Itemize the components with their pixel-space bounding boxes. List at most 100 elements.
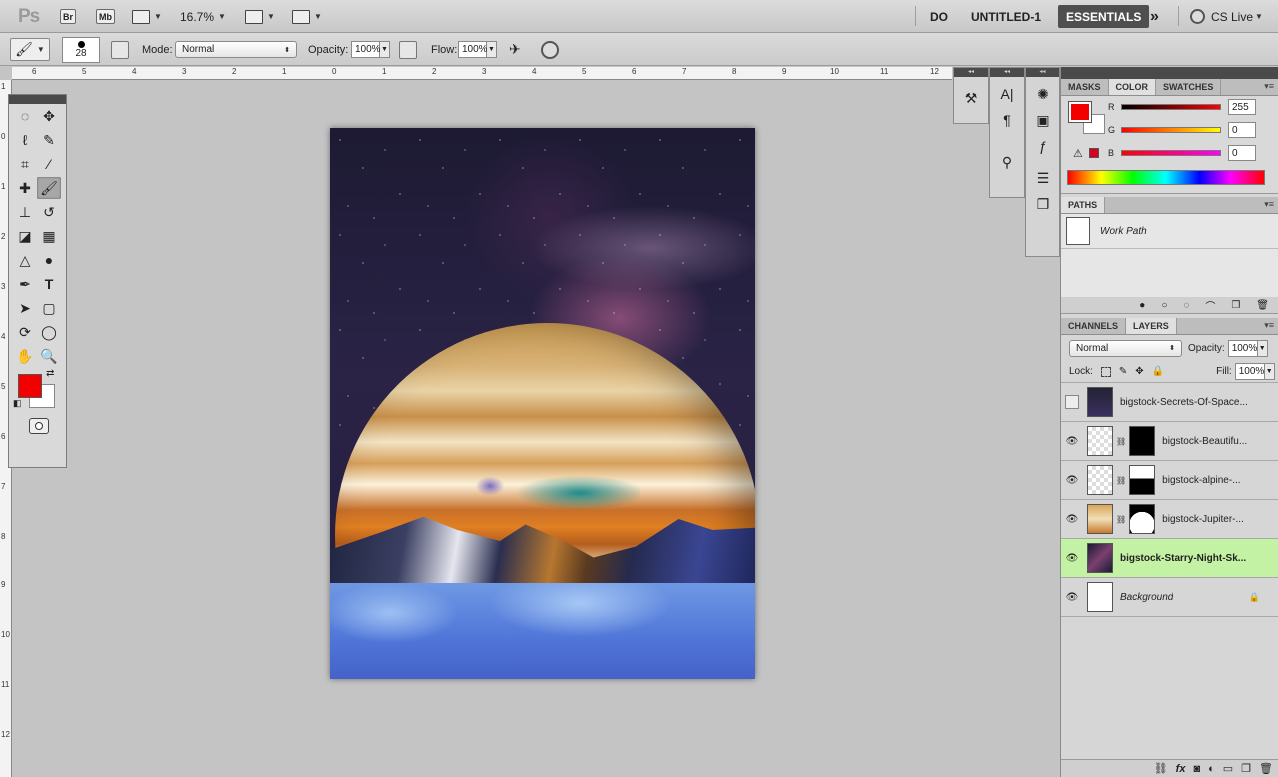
layer-mask-thumbnail[interactable] [1129, 504, 1156, 534]
more-workspaces-button[interactable]: » [1150, 0, 1159, 33]
paths-panel-menu-icon[interactable]: ▾≡ [1264, 199, 1274, 210]
tool-presets-panel-icon[interactable]: ⚒ [954, 85, 988, 111]
document-canvas[interactable] [330, 128, 755, 679]
tab-masks[interactable]: MASKS [1061, 79, 1109, 95]
blue-value-input[interactable]: 0 [1228, 145, 1256, 161]
screen-mode-button[interactable]: ▼ [292, 0, 322, 33]
tab-layers[interactable]: LAYERS [1126, 318, 1177, 334]
flow-input[interactable]: 100% ▼ [458, 33, 497, 66]
red-value-input[interactable]: 255 [1228, 99, 1256, 115]
actions-panel-icon[interactable]: ❐ [1026, 191, 1060, 217]
fill-input[interactable]: 100% [1234, 363, 1265, 380]
mode-select[interactable]: Normal ⬍ [175, 33, 297, 66]
add-layer-mask-icon[interactable]: ◙ [1193, 763, 1200, 775]
color-spectrum-ramp[interactable] [1067, 170, 1265, 185]
layers-panel-menu-icon[interactable]: ▾≡ [1264, 320, 1274, 331]
dodge-tool-icon[interactable]: ● [37, 249, 61, 271]
link-layers-icon[interactable]: ⛓ [1154, 762, 1168, 775]
blue-slider[interactable] [1121, 150, 1221, 156]
rectangle-tool-icon[interactable]: ▢ [37, 297, 61, 319]
new-layer-icon[interactable]: ❐ [1241, 762, 1251, 775]
fill-path-icon[interactable]: ● [1139, 300, 1145, 311]
paragraph-panel-icon[interactable]: ¶ [990, 107, 1024, 133]
delete-path-icon[interactable]: 🗑 [1256, 300, 1269, 311]
layer-row[interactable]: 👁 ⛓ bigstock-Jupiter-... [1061, 500, 1278, 539]
eyedropper-tool-icon[interactable]: ⁄ [37, 153, 61, 175]
lock-all-icon[interactable]: 🔒 [1152, 366, 1164, 377]
layer-style-icon[interactable]: fx [1176, 763, 1186, 775]
delete-layer-icon[interactable]: 🗑 [1259, 762, 1273, 775]
view-extras-button[interactable]: ▼ [132, 0, 162, 33]
tab-channels[interactable]: CHANNELS [1061, 318, 1127, 334]
history-panel-icon[interactable]: ☰ [1026, 165, 1060, 191]
cs-live-button[interactable]: CS Live ▼ [1190, 0, 1263, 33]
do-workspace-button[interactable]: DO [930, 0, 948, 33]
out-of-gamut-warning-icon[interactable]: ⚠ [1073, 147, 1083, 160]
green-slider[interactable] [1121, 127, 1221, 133]
arrange-documents-button[interactable]: ▼ [245, 0, 275, 33]
eye-icon[interactable]: 👁 [1061, 436, 1083, 447]
tool-preset-picker[interactable]: 🖌 ▼ [10, 38, 50, 61]
load-path-as-selection-icon[interactable]: ◌ [1183, 300, 1189, 311]
new-path-icon[interactable]: ❐ [1231, 300, 1240, 311]
brush-tool-icon[interactable]: 🖌 [37, 177, 61, 199]
make-work-path-icon[interactable]: ⌒ [1205, 298, 1215, 313]
quick-mask-button[interactable] [29, 418, 49, 434]
eye-icon[interactable]: 👁 [1061, 514, 1083, 525]
layer-row[interactable]: 👁 ⛓ bigstock-alpine-... [1061, 461, 1278, 500]
hand-tool-icon[interactable]: ✋ [13, 345, 37, 367]
tablet-pressure-size-toggle[interactable] [541, 33, 559, 66]
tools-panel-header[interactable] [9, 95, 66, 104]
foreground-color-swatch[interactable] [18, 374, 42, 398]
lock-image-pixels-icon[interactable]: ✎ [1119, 366, 1127, 377]
eye-icon[interactable]: 👁 [1061, 553, 1083, 564]
clone-source-panel-icon[interactable]: ⚲ [990, 149, 1024, 175]
airbrush-toggle[interactable]: ✈ [509, 33, 521, 66]
layer-blend-mode-select[interactable]: Normal ⬍ [1069, 339, 1182, 357]
quick-selection-tool-icon[interactable]: ✎ [37, 129, 61, 151]
eye-icon[interactable]: 👁 [1061, 592, 1083, 603]
layer-mask-thumbnail[interactable] [1129, 426, 1156, 456]
layer-row[interactable]: 👁 Background 🔒 [1061, 578, 1278, 617]
tab-swatches[interactable]: SWATCHES [1156, 79, 1222, 95]
3d-rotate-tool-icon[interactable]: ⟳ [13, 321, 37, 343]
zoom-tool-icon[interactable]: 🔍 [37, 345, 61, 367]
character-panel-icon[interactable]: A| [990, 81, 1024, 107]
document-title[interactable]: UNTITLED-1 [971, 0, 1041, 33]
history-brush-tool-icon[interactable]: ↺ [37, 201, 61, 223]
stroke-path-icon[interactable]: ○ [1161, 300, 1167, 311]
crop-tool-icon[interactable]: ⌗ [13, 153, 37, 175]
eye-icon[interactable]: 👁 [1061, 475, 1083, 486]
color-panel-menu-icon[interactable]: ▾≡ [1264, 81, 1274, 92]
layer-mask-thumbnail[interactable] [1129, 465, 1156, 495]
zoom-level-dropdown[interactable]: 16.7% ▼ [180, 0, 226, 33]
mini-bridge-button[interactable]: Mb [96, 0, 115, 33]
red-slider[interactable] [1121, 104, 1221, 110]
move-tool-icon[interactable]: ✥ [37, 105, 61, 127]
horizontal-ruler[interactable]: 6 5 4 3 2 1 0 1 2 3 4 5 6 7 8 9 10 11 12 [12, 67, 952, 80]
adjustment-layer-icon[interactable]: ◐ [1208, 763, 1215, 775]
bridge-button[interactable]: Br [60, 0, 77, 33]
opacity-input[interactable]: 100% ▼ [351, 33, 390, 66]
default-colors-icon[interactable]: ◧ [13, 398, 22, 409]
healing-brush-tool-icon[interactable]: ✚ [13, 177, 37, 199]
3d-orbit-tool-icon[interactable]: ◯ [37, 321, 61, 343]
gamut-color-swatch[interactable] [1089, 148, 1099, 158]
pen-tool-icon[interactable]: ✒ [13, 273, 37, 295]
gradient-tool-icon[interactable]: ▦ [37, 225, 61, 247]
path-row[interactable]: Work Path [1061, 214, 1278, 249]
layer-opacity-input[interactable]: 100% [1227, 339, 1258, 357]
lock-position-icon[interactable]: ✥ [1135, 366, 1143, 377]
tab-color[interactable]: COLOR [1108, 79, 1157, 95]
marquee-tool-icon[interactable]: ◌ [13, 105, 37, 127]
brush-preset-picker[interactable]: 28 [62, 37, 100, 63]
type-tool-icon[interactable]: T [37, 273, 61, 295]
lock-transparent-pixels-icon[interactable] [1100, 366, 1111, 377]
path-selection-tool-icon[interactable]: ➤ [13, 297, 37, 319]
tablet-pressure-opacity-toggle[interactable] [399, 33, 417, 66]
essentials-workspace-button[interactable]: ESSENTIALS [1058, 5, 1150, 28]
clone-stamp-tool-icon[interactable]: ⊥ [13, 201, 37, 223]
brush-panel-toggle[interactable] [111, 33, 129, 66]
histogram-panel-icon[interactable]: ƒ [1026, 133, 1060, 159]
tab-paths[interactable]: PATHS [1061, 197, 1106, 213]
